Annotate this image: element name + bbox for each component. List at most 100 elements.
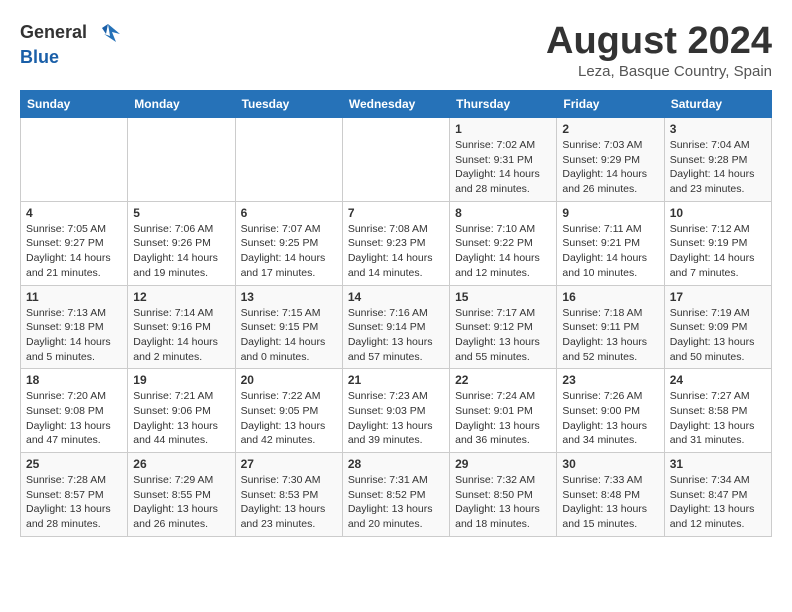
day-number: 6 [241, 206, 337, 220]
day-info: Sunrise: 7:34 AMSunset: 8:47 PMDaylight:… [670, 473, 766, 532]
header: General Blue August 2024 Leza, Basque Co… [20, 20, 772, 80]
day-info: Sunrise: 7:10 AMSunset: 9:22 PMDaylight:… [455, 222, 551, 281]
day-info: Sunrise: 7:18 AMSunset: 9:11 PMDaylight:… [562, 306, 658, 365]
day-info: Sunrise: 7:06 AMSunset: 9:26 PMDaylight:… [133, 222, 229, 281]
calendar-day-cell: 2 Sunrise: 7:03 AMSunset: 9:29 PMDaylight… [557, 118, 664, 202]
day-info: Sunrise: 7:11 AMSunset: 9:21 PMDaylight:… [562, 222, 658, 281]
day-info: Sunrise: 7:19 AMSunset: 9:09 PMDaylight:… [670, 306, 766, 365]
day-number: 26 [133, 457, 229, 471]
day-number: 4 [26, 206, 122, 220]
calendar-day-cell: 23 Sunrise: 7:26 AMSunset: 9:00 PMDayligh… [557, 369, 664, 453]
day-of-week-header: Sunday [21, 91, 128, 118]
day-of-week-header: Wednesday [342, 91, 449, 118]
day-number: 21 [348, 373, 444, 387]
day-number: 2 [562, 122, 658, 136]
calendar-body: 1Sunrise: 7:02 AMSunset: 9:31 PMDaylight… [21, 118, 772, 537]
day-number: 25 [26, 457, 122, 471]
calendar-day-cell: 11 Sunrise: 7:13 AMSunset: 9:18 PMDayligh… [21, 285, 128, 369]
day-info: Sunrise: 7:02 AMSunset: 9:31 PMDaylight:… [455, 138, 551, 197]
day-number: 12 [133, 290, 229, 304]
calendar-day-cell: 28Sunrise: 7:31 AMSunset: 8:52 PMDayligh… [342, 453, 449, 537]
day-info: Sunrise: 7:14 AMSunset: 9:16 PMDaylight:… [133, 306, 229, 365]
day-number: 27 [241, 457, 337, 471]
calendar-header: SundayMondayTuesdayWednesdayThursdayFrid… [21, 91, 772, 118]
day-number: 14 [348, 290, 444, 304]
day-number: 31 [670, 457, 766, 471]
day-info: Sunrise: 7:26 AMSunset: 9:00 PMDaylight:… [562, 389, 658, 448]
calendar-table: SundayMondayTuesdayWednesdayThursdayFrid… [20, 90, 772, 537]
day-number: 9 [562, 206, 658, 220]
day-of-week-header: Friday [557, 91, 664, 118]
day-info: Sunrise: 7:13 AMSunset: 9:18 PMDaylight:… [26, 306, 122, 365]
calendar-week-row: 4 Sunrise: 7:05 AMSunset: 9:27 PMDaylight… [21, 201, 772, 285]
main-title: August 2024 [546, 20, 772, 63]
subtitle: Leza, Basque Country, Spain [546, 63, 772, 80]
calendar-week-row: 1Sunrise: 7:02 AMSunset: 9:31 PMDaylight… [21, 118, 772, 202]
day-number: 18 [26, 373, 122, 387]
calendar-day-cell: 6Sunrise: 7:07 AMSunset: 9:25 PMDaylight… [235, 201, 342, 285]
day-of-week-header: Thursday [450, 91, 557, 118]
day-number: 5 [133, 206, 229, 220]
day-number: 16 [562, 290, 658, 304]
title-area: August 2024 Leza, Basque Country, Spain [546, 20, 772, 80]
day-of-week-header: Tuesday [235, 91, 342, 118]
calendar-week-row: 25 Sunrise: 7:28 AMSunset: 8:57 PMDayligh… [21, 453, 772, 537]
day-number: 11 [26, 290, 122, 304]
calendar-day-cell: 5 Sunrise: 7:06 AMSunset: 9:26 PMDaylight… [128, 201, 235, 285]
day-number: 13 [241, 290, 337, 304]
logo: General Blue [20, 20, 122, 68]
day-info: Sunrise: 7:03 AMSunset: 9:29 PMDaylight:… [562, 138, 658, 197]
logo-general: General [20, 22, 87, 42]
calendar-day-cell: 7 Sunrise: 7:08 AMSunset: 9:23 PMDaylight… [342, 201, 449, 285]
calendar-week-row: 11 Sunrise: 7:13 AMSunset: 9:18 PMDayligh… [21, 285, 772, 369]
day-info: Sunrise: 7:08 AMSunset: 9:23 PMDaylight:… [348, 222, 444, 281]
calendar-day-cell: 15 Sunrise: 7:17 AMSunset: 9:12 PMDayligh… [450, 285, 557, 369]
day-info: Sunrise: 7:32 AMSunset: 8:50 PMDaylight:… [455, 473, 551, 532]
day-info: Sunrise: 7:05 AMSunset: 9:27 PMDaylight:… [26, 222, 122, 281]
day-number: 23 [562, 373, 658, 387]
calendar-day-cell: 3Sunrise: 7:04 AMSunset: 9:28 PMDaylight… [664, 118, 771, 202]
day-info: Sunrise: 7:33 AMSunset: 8:48 PMDaylight:… [562, 473, 658, 532]
day-info: Sunrise: 7:12 AMSunset: 9:19 PMDaylight:… [670, 222, 766, 281]
day-of-week-header: Saturday [664, 91, 771, 118]
day-number: 15 [455, 290, 551, 304]
day-number: 10 [670, 206, 766, 220]
calendar-day-cell: 29Sunrise: 7:32 AMSunset: 8:50 PMDayligh… [450, 453, 557, 537]
calendar-day-cell: 25 Sunrise: 7:28 AMSunset: 8:57 PMDayligh… [21, 453, 128, 537]
day-info: Sunrise: 7:24 AMSunset: 9:01 PMDaylight:… [455, 389, 551, 448]
day-info: Sunrise: 7:15 AMSunset: 9:15 PMDaylight:… [241, 306, 337, 365]
day-number: 22 [455, 373, 551, 387]
calendar-day-cell: 10 Sunrise: 7:12 AMSunset: 9:19 PMDayligh… [664, 201, 771, 285]
day-number: 20 [241, 373, 337, 387]
calendar-day-cell [128, 118, 235, 202]
day-info: Sunrise: 7:22 AMSunset: 9:05 PMDaylight:… [241, 389, 337, 448]
calendar-day-cell: 4 Sunrise: 7:05 AMSunset: 9:27 PMDaylight… [21, 201, 128, 285]
calendar-day-cell: 19 Sunrise: 7:21 AMSunset: 9:06 PMDayligh… [128, 369, 235, 453]
calendar-day-cell: 24Sunrise: 7:27 AMSunset: 8:58 PMDayligh… [664, 369, 771, 453]
calendar-day-cell: 26Sunrise: 7:29 AMSunset: 8:55 PMDayligh… [128, 453, 235, 537]
calendar-day-cell: 20 Sunrise: 7:22 AMSunset: 9:05 PMDayligh… [235, 369, 342, 453]
day-number: 19 [133, 373, 229, 387]
calendar-day-cell [235, 118, 342, 202]
day-info: Sunrise: 7:27 AMSunset: 8:58 PMDaylight:… [670, 389, 766, 448]
calendar-day-cell: 12 Sunrise: 7:14 AMSunset: 9:16 PMDayligh… [128, 285, 235, 369]
day-info: Sunrise: 7:17 AMSunset: 9:12 PMDaylight:… [455, 306, 551, 365]
calendar-day-cell: 30 Sunrise: 7:33 AMSunset: 8:48 PMDayligh… [557, 453, 664, 537]
calendar-week-row: 18Sunrise: 7:20 AMSunset: 9:08 PMDayligh… [21, 369, 772, 453]
day-info: Sunrise: 7:04 AMSunset: 9:28 PMDaylight:… [670, 138, 766, 197]
calendar-day-cell: 9 Sunrise: 7:11 AMSunset: 9:21 PMDaylight… [557, 201, 664, 285]
header-row: SundayMondayTuesdayWednesdayThursdayFrid… [21, 91, 772, 118]
calendar-day-cell: 13 Sunrise: 7:15 AMSunset: 9:15 PMDayligh… [235, 285, 342, 369]
day-number: 30 [562, 457, 658, 471]
calendar-day-cell: 31 Sunrise: 7:34 AMSunset: 8:47 PMDayligh… [664, 453, 771, 537]
day-info: Sunrise: 7:30 AMSunset: 8:53 PMDaylight:… [241, 473, 337, 532]
day-info: Sunrise: 7:28 AMSunset: 8:57 PMDaylight:… [26, 473, 122, 532]
calendar-day-cell: 8 Sunrise: 7:10 AMSunset: 9:22 PMDaylight… [450, 201, 557, 285]
calendar-day-cell [342, 118, 449, 202]
day-of-week-header: Monday [128, 91, 235, 118]
calendar-day-cell: 17Sunrise: 7:19 AMSunset: 9:09 PMDayligh… [664, 285, 771, 369]
logo-blue: Blue [20, 47, 59, 67]
day-number: 8 [455, 206, 551, 220]
day-number: 7 [348, 206, 444, 220]
day-info: Sunrise: 7:21 AMSunset: 9:06 PMDaylight:… [133, 389, 229, 448]
